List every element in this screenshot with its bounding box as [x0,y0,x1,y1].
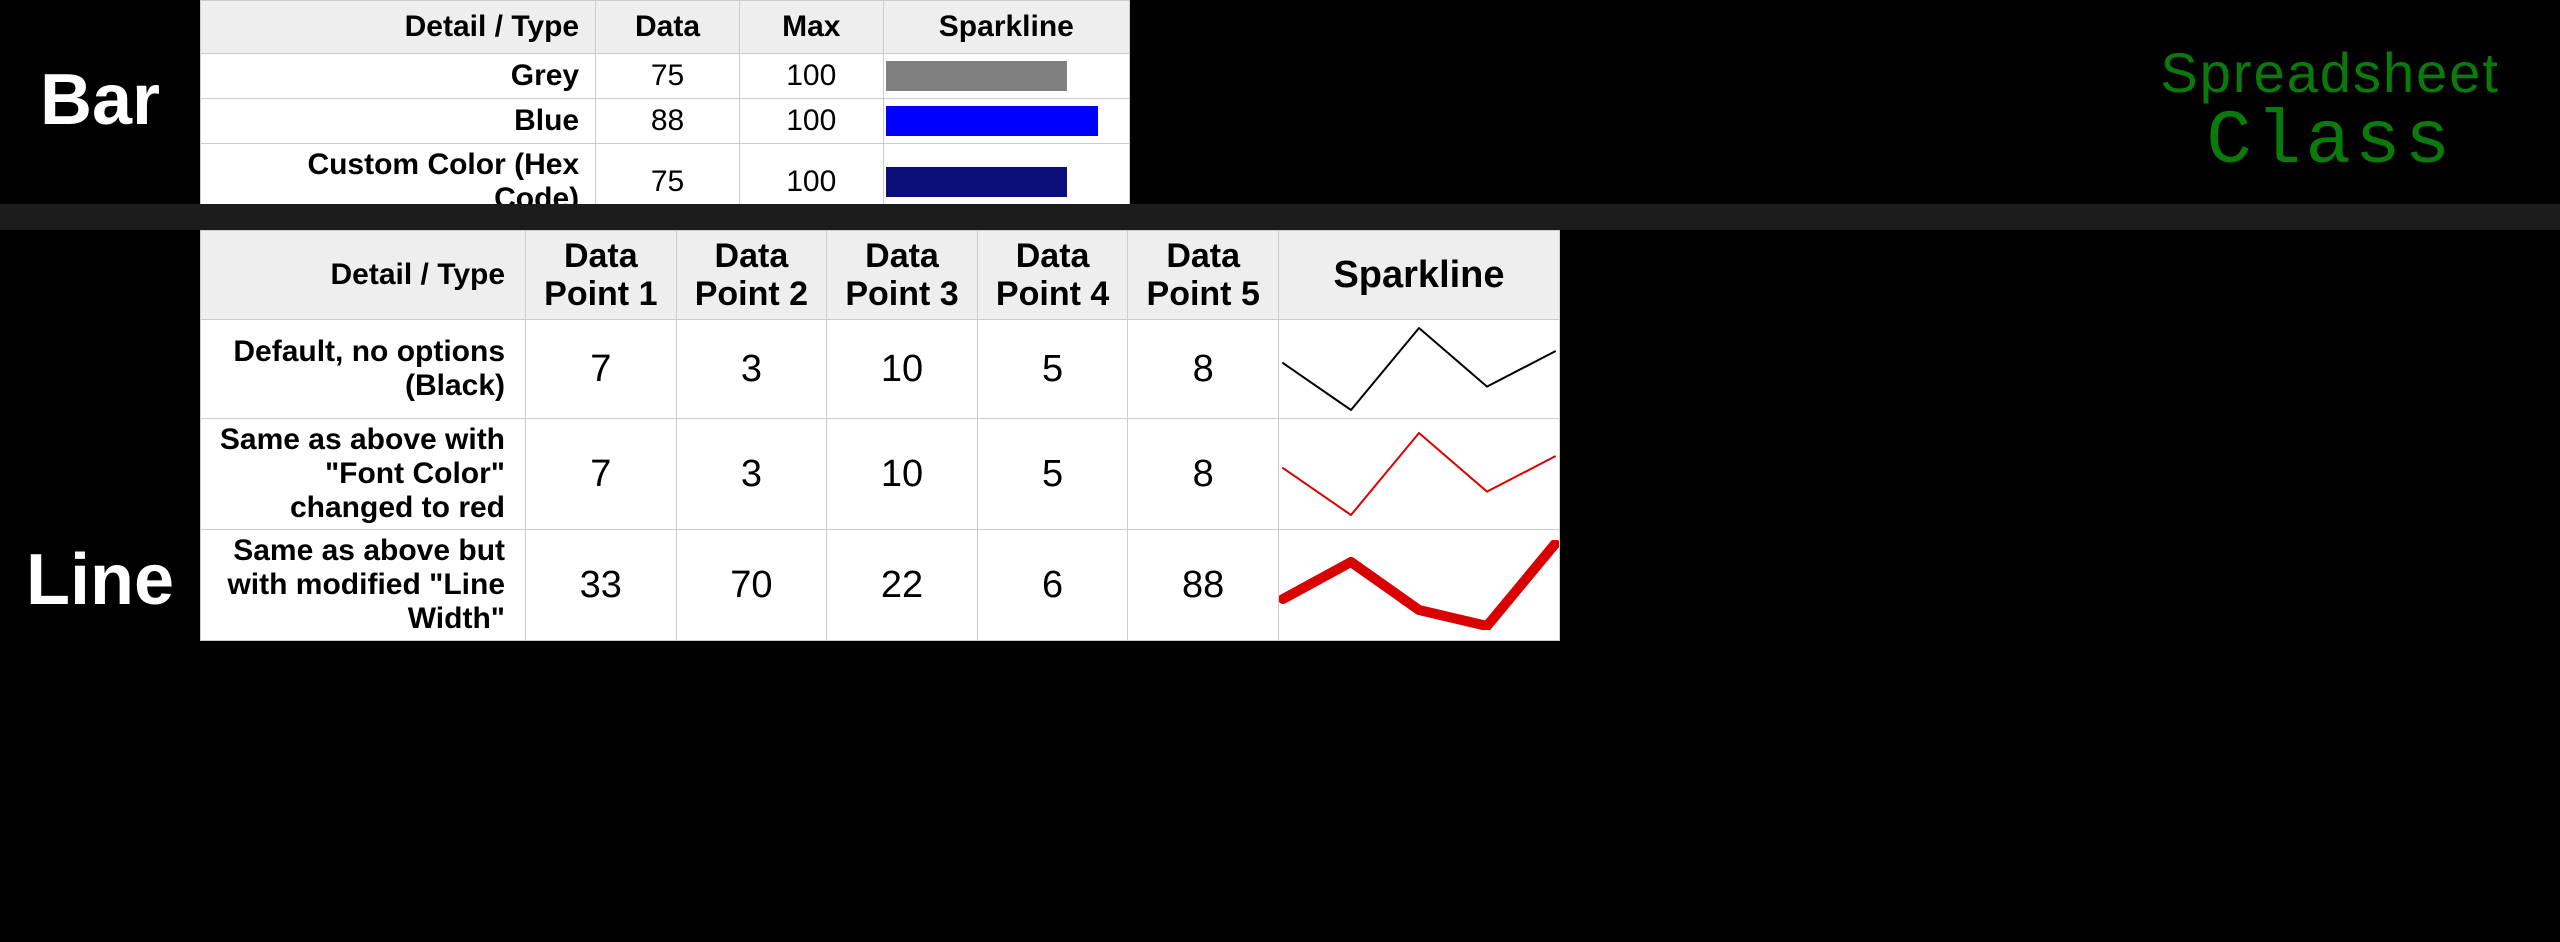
line-table-header-row: Detail / Type DataPoint 1 DataPoint 2 Da… [201,231,1560,320]
line-cell-dp3: 22 [827,530,978,641]
bar-table-row: Grey75100 [201,54,1130,99]
line-cell-dp2: 3 [676,419,827,530]
bar-cell-spark [883,54,1129,99]
line-sparkline [1279,429,1559,519]
bar-sparkline-fill [886,61,1067,91]
line-cell-dp2: 3 [676,320,827,419]
bar-sparkline [886,106,1127,136]
bar-cell-max: 100 [739,54,883,99]
line-header-dp2: DataPoint 2 [676,231,827,320]
line-sparkline [1279,540,1559,630]
line-cell-dp1: 7 [526,419,677,530]
logo-line2: Class [2160,99,2500,185]
line-cell-dp2: 70 [676,530,827,641]
bar-table-header-row: Detail / Type Data Max Sparkline [201,1,1130,54]
section-label-bar: Bar [0,0,200,200]
bar-cell-data: 88 [596,99,740,144]
line-header-spark: Sparkline [1278,231,1559,320]
bar-cell-max: 100 [739,99,883,144]
line-cell-dp3: 10 [827,320,978,419]
line-header-dp3: DataPoint 3 [827,231,978,320]
line-table: Detail / Type DataPoint 1 DataPoint 2 Da… [200,230,1560,641]
line-cell-detail: Same as above but with modified "Line Wi… [201,530,526,641]
line-cell-dp1: 33 [526,530,677,641]
logo: Spreadsheet Class [2160,40,2500,185]
bar-cell-detail: Blue [201,99,596,144]
line-cell-spark [1278,419,1559,530]
line-header-dp5: DataPoint 5 [1128,231,1279,320]
line-cell-detail: Default, no options (Black) [201,320,526,419]
line-cell-dp4: 5 [977,320,1128,419]
line-cell-spark [1278,320,1559,419]
line-table-row: Same as above but with modified "Line Wi… [201,530,1560,641]
bar-sparkline [886,167,1127,197]
line-cell-detail: Same as above with "Font Color" changed … [201,419,526,530]
bar-header-data: Data [596,1,740,54]
bar-sparkline-fill [886,106,1098,136]
line-cell-spark [1278,530,1559,641]
bar-cell-data: 75 [596,54,740,99]
bar-header-detail: Detail / Type [201,1,596,54]
bar-cell-detail: Grey [201,54,596,99]
section-divider [0,204,2560,230]
line-cell-dp1: 7 [526,320,677,419]
bar-sparkline-fill [886,167,1067,197]
page-root: { "logo": { "line1": "Spreadsheet", "lin… [0,0,2560,942]
bar-cell-spark [883,99,1129,144]
line-cell-dp4: 6 [977,530,1128,641]
line-table-row: Same as above with "Font Color" changed … [201,419,1560,530]
line-table-row: Default, no options (Black)731058 [201,320,1560,419]
line-header-detail: Detail / Type [201,231,526,320]
line-cell-dp4: 5 [977,419,1128,530]
section-label-line: Line [0,230,200,930]
logo-line1: Spreadsheet [2160,40,2500,105]
bar-table-row: Blue88100 [201,99,1130,144]
line-header-dp4: DataPoint 4 [977,231,1128,320]
line-cell-dp5: 88 [1128,530,1279,641]
line-cell-dp3: 10 [827,419,978,530]
line-cell-dp5: 8 [1128,320,1279,419]
line-header-dp1: DataPoint 1 [526,231,677,320]
line-cell-dp5: 8 [1128,419,1279,530]
bar-header-max: Max [739,1,883,54]
bar-sparkline [886,61,1127,91]
bar-header-spark: Sparkline [883,1,1129,54]
line-sparkline [1279,324,1559,414]
